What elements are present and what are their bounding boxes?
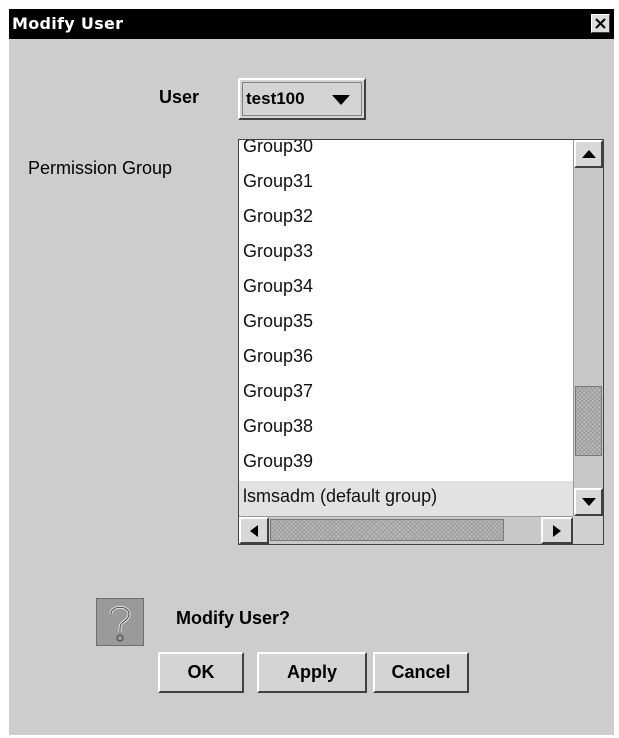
list-item[interactable]: Group35 [239,306,573,341]
user-label: User [159,87,200,107]
close-icon [595,18,606,29]
list-item[interactable]: Group34 [239,271,573,306]
list-item-selected[interactable]: lsmsadm (default group) [239,481,573,516]
arrow-left-icon [250,525,258,537]
list-item[interactable]: Group38 [239,411,573,446]
arrow-down-icon [582,498,596,506]
vertical-scroll-thumb[interactable] [575,386,602,456]
title-bar[interactable]: Modify User [9,9,614,39]
list-item[interactable]: Group36 [239,341,573,376]
modify-user-dialog: Modify User User test100 Permission Grou… [9,9,614,735]
apply-button[interactable]: Apply [257,652,367,693]
list-item[interactable]: Group31 [239,166,573,201]
list-item[interactable]: Group30 [239,140,573,166]
vertical-scrollbar[interactable] [573,140,603,516]
list-item[interactable]: Group33 [239,236,573,271]
confirm-message: Modify User? [176,608,291,628]
cancel-button[interactable]: Cancel [373,652,469,693]
arrow-right-icon [553,525,561,537]
scroll-down-button[interactable] [574,488,603,516]
chevron-down-icon [332,95,350,105]
user-dropdown-value: test100 [246,89,305,108]
scroll-left-button[interactable] [239,517,269,544]
user-dropdown[interactable]: test100 [238,78,366,120]
permission-group-list[interactable]: Group30 Group31 Group32 Group33 Group34 … [238,139,604,545]
scroll-right-button[interactable] [541,517,573,544]
permission-group-items: Group30 Group31 Group32 Group33 Group34 … [239,140,573,516]
close-button[interactable] [591,14,610,33]
scroll-corner [573,516,603,544]
list-item[interactable]: Group32 [239,201,573,236]
list-item[interactable]: Group37 [239,376,573,411]
permission-group-label: Permission Group [28,158,173,178]
window-title: Modify User [12,14,124,33]
ok-button[interactable]: OK [158,652,244,693]
scroll-up-button[interactable] [574,140,603,168]
horizontal-scroll-thumb[interactable] [270,519,504,541]
horizontal-scrollbar[interactable] [239,516,573,544]
list-item[interactable]: Group39 [239,446,573,481]
question-icon [96,598,144,646]
arrow-up-icon [582,150,596,158]
